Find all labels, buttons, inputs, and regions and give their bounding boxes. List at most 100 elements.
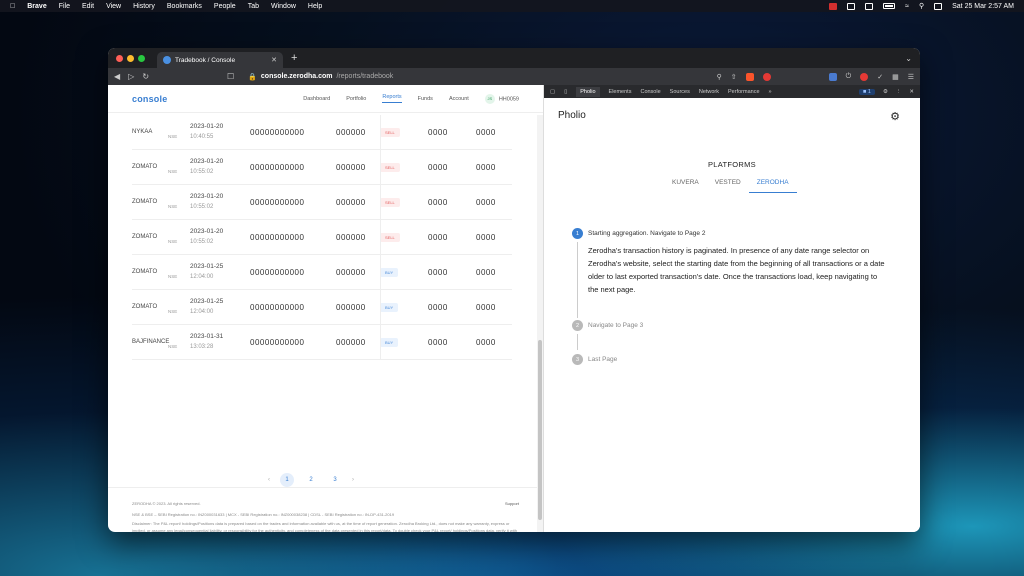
menu-app-name[interactable]: Brave xyxy=(27,3,46,10)
url-host: console.zerodha.com xyxy=(260,73,333,80)
menu-window[interactable]: Window xyxy=(271,3,296,10)
menu-edit[interactable]: Edit xyxy=(82,3,94,10)
datetime-cell: 2023-01-25 12:04:00 xyxy=(190,261,250,283)
order-id-cell: 00000000000 xyxy=(250,267,305,277)
tab-vested[interactable]: VESTED xyxy=(707,176,749,193)
new-tab-button[interactable]: + xyxy=(291,52,297,64)
macos-menubar:  Brave File Edit View History Bookmarks… xyxy=(0,0,1024,12)
tab-kuvera[interactable]: KUVERA xyxy=(664,176,707,193)
console-logo[interactable]: console xyxy=(132,94,167,104)
footer-disclaimer: Disclaimer: The P&L report/ holdings/Pos… xyxy=(132,521,517,532)
close-window-button[interactable] xyxy=(116,54,123,62)
menubar-clock[interactable]: Sat 25 Mar 2:57 AM xyxy=(952,3,1014,10)
apple-icon[interactable]:  xyxy=(10,3,15,10)
exchange-cell: NSE xyxy=(168,133,178,139)
extensions-puzzle-icon[interactable]: ▦ xyxy=(892,73,899,81)
zerodha-logo: ZERODHA xyxy=(132,501,152,506)
status-app-icon[interactable] xyxy=(829,2,838,10)
trade-type-badge: SELL xyxy=(380,127,400,137)
step-number: 2 xyxy=(572,320,583,331)
devtools-tab-network[interactable]: Network xyxy=(699,89,719,95)
quantity-cell: 0000 xyxy=(428,232,448,242)
trade-date: 2023-01-20 xyxy=(190,228,224,235)
devtools-menu-icon[interactable]: ⋮ xyxy=(896,89,902,95)
browser-tab[interactable]: Tradebook / Console ✕ xyxy=(157,52,283,68)
menu-view[interactable]: View xyxy=(106,3,121,10)
exchange-cell: NSE xyxy=(168,308,178,314)
menu-file[interactable]: File xyxy=(59,3,70,10)
trade-date: 2023-01-25 xyxy=(190,263,224,270)
tab-list-chevron-icon[interactable]: ⌄ xyxy=(905,54,912,63)
browser-window: Tradebook / Console ✕ + ⌄ ◀ ▷ ↻ ☐ 🔒 cons… xyxy=(108,48,920,532)
status-box-icon[interactable] xyxy=(865,2,874,10)
share-icon[interactable]: ⇧ xyxy=(731,73,737,81)
next-page-button[interactable]: › xyxy=(352,477,354,483)
prev-page-button[interactable]: ‹ xyxy=(268,477,270,483)
page-1-button[interactable]: 1 xyxy=(280,473,294,487)
symbol-cell: ZOMATO xyxy=(132,234,158,240)
wifi-icon[interactable]: ≈ xyxy=(905,3,909,10)
brave-rewards-icon[interactable] xyxy=(762,72,771,81)
extension-icon[interactable] xyxy=(828,72,837,81)
nav-funds[interactable]: Funds xyxy=(418,96,433,102)
trade-time: 12:04:00 xyxy=(190,274,214,280)
battery-icon[interactable] xyxy=(883,3,896,9)
page-3-button[interactable]: 3 xyxy=(328,473,342,487)
brave-shields-icon[interactable] xyxy=(745,72,754,81)
menu-history[interactable]: History xyxy=(133,3,155,10)
exchange-cell: NSE xyxy=(168,203,178,209)
close-tab-icon[interactable]: ✕ xyxy=(271,56,277,64)
forward-icon[interactable]: ▷ xyxy=(128,72,134,81)
price-cell: 0000 xyxy=(476,197,496,207)
device-toolbar-icon[interactable]: ▯ xyxy=(564,89,567,95)
issues-badge[interactable]: ■ 1 xyxy=(859,88,875,95)
back-icon[interactable]: ◀ xyxy=(114,72,120,81)
power-icon[interactable]: ⏻ xyxy=(846,73,852,81)
devtools-tab-sources[interactable]: Sources xyxy=(670,89,690,95)
url-path: /reports/tradebook xyxy=(336,73,394,80)
step-title: Navigate to Page 3 xyxy=(588,322,644,329)
price-cell: 0000 xyxy=(476,162,496,172)
minimize-window-button[interactable] xyxy=(127,54,134,62)
devtools-tab-elements[interactable]: Elements xyxy=(609,89,632,95)
menu-bookmarks[interactable]: Bookmarks xyxy=(167,3,202,10)
page-scrollbar[interactable] xyxy=(537,115,543,532)
address-bar[interactable]: 🔒 console.zerodha.com/reports/tradebook xyxy=(248,73,708,81)
youtube-extension-icon[interactable] xyxy=(860,72,869,81)
menu-people[interactable]: People xyxy=(214,3,236,10)
nav-account[interactable]: Account xyxy=(449,96,469,102)
trade-date: 2023-01-20 xyxy=(190,123,224,130)
inspect-element-icon[interactable]: ▢ xyxy=(550,89,555,95)
column-divider xyxy=(380,255,381,290)
column-divider xyxy=(380,220,381,255)
devtools-settings-icon[interactable]: ⚙ xyxy=(883,89,888,95)
reload-icon[interactable]: ↻ xyxy=(142,72,149,81)
devtools-close-icon[interactable]: ✕ xyxy=(909,89,914,95)
devtools-tab-performance[interactable]: Performance xyxy=(728,89,760,95)
scrollbar-thumb[interactable] xyxy=(538,340,542,520)
devtools-tab-console[interactable]: Console xyxy=(640,89,660,95)
shield-icon[interactable] xyxy=(847,2,856,10)
menu-tab[interactable]: Tab xyxy=(248,3,259,10)
datetime-cell: 2023-01-20 10:40:55 xyxy=(190,121,250,143)
support-link[interactable]: Support xyxy=(505,500,519,507)
zoom-window-button[interactable] xyxy=(138,54,145,62)
tab-zerodha[interactable]: ZERODHA xyxy=(748,176,797,193)
browser-menu-icon[interactable]: ☰ xyxy=(908,73,914,81)
bookmark-icon[interactable]: ☐ xyxy=(227,72,234,81)
more-tabs-icon[interactable]: » xyxy=(769,89,772,95)
footer-copyright: © 2023. All rights reserved. xyxy=(152,501,201,506)
user-menu[interactable]: JS HH0059 xyxy=(484,93,519,104)
nav-portfolio[interactable]: Portfolio xyxy=(346,96,366,102)
spotlight-search-icon[interactable]: ⚲ xyxy=(919,2,924,10)
exchange-cell: NSE xyxy=(168,168,178,174)
zoom-icon[interactable]: ⚲ xyxy=(717,73,722,81)
nav-dashboard[interactable]: Dashboard xyxy=(303,96,330,102)
menu-help[interactable]: Help xyxy=(308,3,322,10)
page-2-button[interactable]: 2 xyxy=(304,473,318,487)
nav-reports[interactable]: Reports xyxy=(382,94,402,103)
control-center-icon[interactable] xyxy=(934,2,943,10)
extension-check-icon[interactable]: ✓ xyxy=(877,73,883,81)
devtools-tab-pholio[interactable]: Pholio xyxy=(576,86,600,97)
gear-icon[interactable]: ⚙ xyxy=(890,110,900,123)
